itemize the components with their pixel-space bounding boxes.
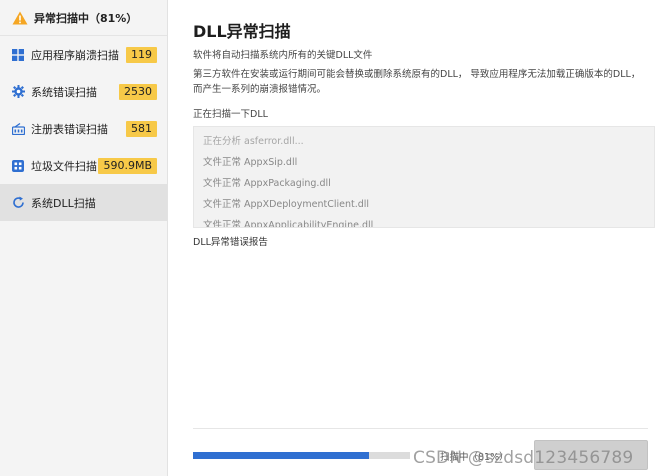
log-line: 正在分析 asferror.dll... (203, 136, 304, 147)
scanning-label: 正在扫描一下DLL (193, 109, 268, 120)
progress-fill (193, 452, 369, 459)
sidebar-item-junk-file-scan[interactable]: 垃圾文件扫描 590.9MB (0, 147, 167, 184)
scan-log-box[interactable]: 正在分析 asferror.dll... 文件正常 AppxSip.dll 文件… (193, 126, 655, 228)
count-badge: 581 (126, 120, 157, 137)
main-panel: DLL异常扫描 软件将自动扫描系统内所有的关键DLL文件 第三方软件在安装或运行… (168, 0, 655, 476)
footer-divider (193, 428, 648, 429)
scan-status-text: 异常扫描中（81%） (34, 11, 138, 25)
size-badge: 590.9MB (98, 157, 157, 174)
page-title: DLL异常扫描 (193, 22, 291, 41)
sidebar-item-label: 垃圾文件扫描 (31, 159, 97, 173)
count-badge: 2530 (119, 83, 157, 100)
watermark-text: CSDN @szdsd123456789 (413, 448, 634, 468)
log-line: 文件正常 AppxPackaging.dll (203, 178, 331, 189)
log-line: 文件正常 AppxApplicabilityEngine.dll (203, 220, 374, 228)
gear-icon (11, 85, 25, 99)
sidebar-item-label: 注册表错误扫描 (31, 122, 108, 136)
dll-error-report-label: DLL异常错误报告 (193, 237, 268, 248)
sidebar-item-label: 系统错误扫描 (31, 85, 97, 99)
log-line: 文件正常 AppxSip.dll (203, 157, 298, 168)
sidebar-item-system-dll-scan[interactable]: 系统DLL扫描 (0, 184, 167, 221)
description-line-2: 第三方软件在安装或运行期间可能会替换或删除系统原有的DLL， 导致应用程序无法加… (193, 69, 641, 95)
sidebar-item-label: 应用程序崩溃扫描 (31, 48, 119, 62)
windows-grid-icon (11, 48, 25, 62)
registry-icon (11, 122, 25, 136)
scan-status-header: 异常扫描中（81%） (0, 0, 167, 36)
description-line-1: 软件将自动扫描系统内所有的关键DLL文件 (193, 50, 373, 61)
sidebar-item-system-error-scan[interactable]: 系统错误扫描 2530 (0, 73, 167, 110)
trash-grid-icon (11, 159, 25, 173)
log-line: 文件正常 AppXDeploymentClient.dll (203, 199, 370, 210)
refresh-spinner-icon (11, 196, 25, 210)
progress-bar (193, 452, 410, 459)
count-badge: 119 (126, 46, 157, 63)
warning-icon (12, 11, 28, 25)
sidebar-item-registry-scan[interactable]: 注册表错误扫描 581 (0, 110, 167, 147)
sidebar-item-label: 系统DLL扫描 (31, 196, 96, 210)
sidebar: 异常扫描中（81%） 应用程序崩溃扫描 119 系统错误扫描 2530 注册表错… (0, 0, 168, 476)
sidebar-item-app-crash-scan[interactable]: 应用程序崩溃扫描 119 (0, 36, 167, 73)
